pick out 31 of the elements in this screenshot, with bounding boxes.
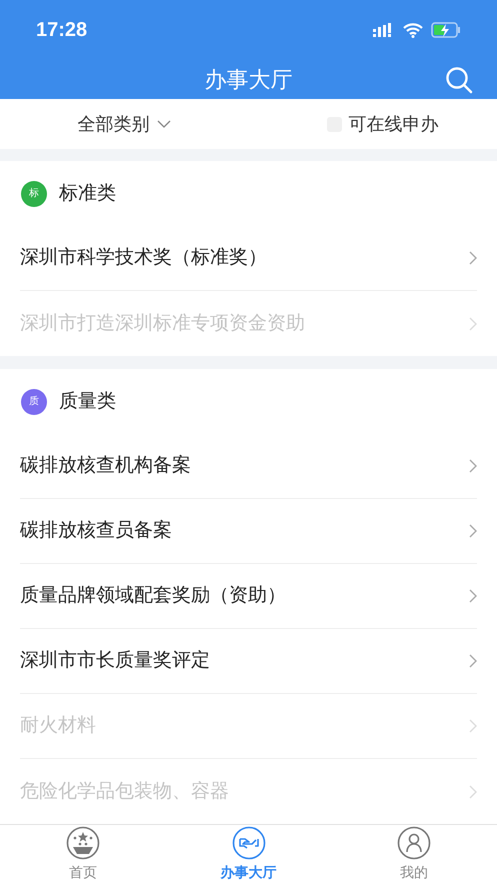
- category-badge-icon: 标: [21, 180, 47, 207]
- handshake-icon: [232, 826, 266, 860]
- stars-emblem-icon: [66, 826, 100, 860]
- chevron-right-icon: [469, 316, 477, 331]
- tab-item[interactable]: 我的: [331, 825, 497, 883]
- tab-item[interactable]: 首页: [0, 825, 166, 883]
- user-icon: [397, 826, 432, 860]
- chevron-right-icon: [469, 589, 477, 604]
- chevron-right-icon: [469, 251, 477, 266]
- wifi-icon: [403, 22, 423, 38]
- service-item[interactable]: 碳排放核查员备案: [20, 499, 477, 564]
- service-item[interactable]: 碳排放核查机构备案: [20, 434, 477, 500]
- chevron-right-icon: [469, 654, 477, 668]
- online-filter-label[interactable]: 可在线申办: [348, 110, 438, 138]
- chevron-right-icon: [469, 784, 477, 799]
- chevron-down-icon: [157, 120, 172, 128]
- section-title: 标准类: [59, 182, 116, 206]
- search-icon[interactable]: [445, 66, 473, 94]
- service-item[interactable]: 深圳市市长质量奖评定: [20, 629, 477, 694]
- service-item[interactable]: 深圳市科学技术奖（标准奖）: [20, 226, 477, 292]
- category-dropdown[interactable]: 全部类别: [0, 110, 248, 138]
- chevron-right-icon: [469, 524, 477, 538]
- chevron-right-icon: [469, 459, 477, 474]
- section-title: 质量类: [59, 390, 116, 414]
- tab-item[interactable]: 办事大厅: [166, 825, 332, 883]
- status-time: 17:28: [36, 18, 88, 43]
- service-item[interactable]: 质量品牌领域配套奖励（资助）: [20, 564, 477, 630]
- page-title: 办事大厅: [204, 66, 292, 94]
- chevron-right-icon: [469, 719, 477, 734]
- category-badge-icon: 质: [21, 388, 47, 415]
- battery-icon: [431, 22, 461, 38]
